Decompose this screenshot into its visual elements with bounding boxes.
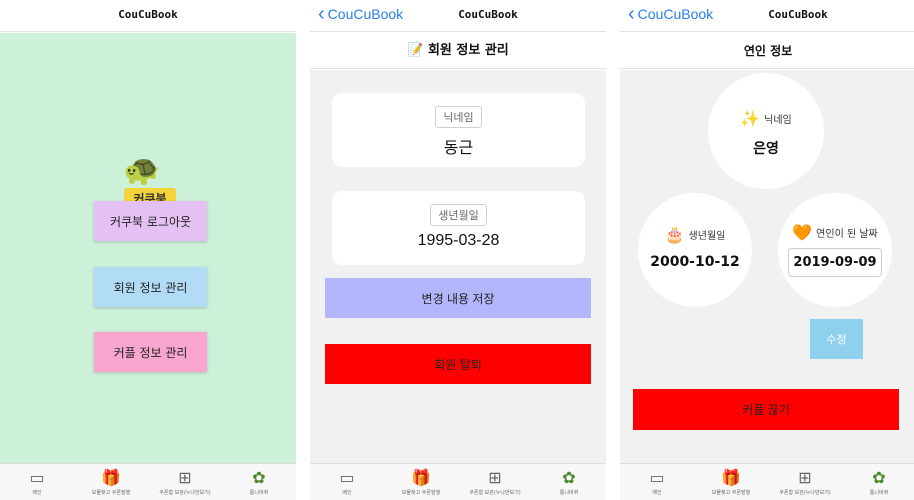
- easel-icon: ▭: [339, 467, 355, 487]
- anniversary-circle: 🧡 연인이 된 날짜 2019-09-09: [778, 193, 892, 307]
- tab-label: 톱니바퀴: [869, 489, 889, 496]
- add-box-icon: ⊞: [488, 467, 502, 487]
- tab-label: 메인: [342, 489, 352, 496]
- break-up-button[interactable]: 커플 끊기: [633, 389, 899, 430]
- orange-heart-icon: 🧡: [792, 223, 813, 242]
- easel-icon: ▭: [649, 467, 665, 487]
- nickname-label: 닉네임: [435, 106, 482, 128]
- tab-settings[interactable]: ✿ 톱니바퀴: [534, 467, 604, 496]
- nav-bar: ‹ CouCuBook CouCuBook: [310, 0, 606, 32]
- nav-bar: CouCuBook: [0, 0, 296, 32]
- tab-coupon-box[interactable]: ⊞ 쿠폰함 보관(누나만보기): [460, 467, 530, 496]
- gift-icon: 🎁: [411, 467, 431, 487]
- anniversary-label: 연인이 된 날짜: [816, 229, 878, 240]
- nav-bar: ‹ CouCuBook CouCuBook: [620, 0, 914, 32]
- memo-icon: 📝: [407, 43, 424, 58]
- birthdate-label: 생년월일: [430, 204, 487, 226]
- birthdate-field[interactable]: 1995-03-28: [332, 232, 585, 250]
- save-changes-button[interactable]: 변경 내용 저장: [325, 278, 591, 318]
- tab-label: 메인: [32, 489, 42, 496]
- tab-coupon[interactable]: 🎁 보물찾고 쿠폰발행: [696, 467, 766, 496]
- nav-title: CouCuBook: [118, 8, 178, 21]
- gift-icon: 🎁: [721, 467, 741, 487]
- page-title: 📝 회원 정보 관리: [310, 33, 606, 69]
- tab-label: 보물찾고 쿠폰발행: [401, 489, 441, 496]
- page-title: 연인 정보: [620, 33, 914, 69]
- birthdate-label: 생년월일: [688, 231, 726, 242]
- tab-bar: ▭ 메인 🎁 보물찾고 쿠폰발행 ⊞ 쿠폰함 보관(누나만보기) ✿ 톱니바퀴: [310, 463, 606, 500]
- flower-icon: ✿: [562, 467, 576, 487]
- partner-birthdate-value: 2000-10-12: [650, 254, 740, 270]
- logout-button[interactable]: 커쿠북 로그아웃: [94, 201, 207, 241]
- main-menu-screen: CouCuBook 🐢 커쿠북 커쿠북 로그아웃 회원 정보 관리 커플 정보 …: [0, 0, 296, 500]
- gift-icon: 🎁: [101, 467, 121, 487]
- tab-main[interactable]: ▭ 메인: [312, 467, 382, 496]
- nickname-label: 닉네임: [764, 115, 792, 126]
- member-info-content: 닉네임 동근 생년월일 1995-03-28 변경 내용 저장 회원 탈퇴: [310, 70, 606, 463]
- add-box-icon: ⊞: [798, 467, 812, 487]
- tab-main[interactable]: ▭ 메인: [622, 467, 692, 496]
- page-title-text: 회원 정보 관리: [427, 43, 509, 58]
- withdraw-button[interactable]: 회원 탈퇴: [325, 344, 591, 384]
- partner-birthdate-circle: 🎂 생년월일 2000-10-12: [638, 193, 752, 307]
- tab-label: 쿠폰함 보관(누나만보기): [469, 489, 521, 496]
- tab-settings[interactable]: ✿ 톱니바퀴: [224, 467, 294, 496]
- tab-label: 보물찾고 쿠폰발행: [91, 489, 131, 496]
- sparkles-icon: ✨: [740, 109, 761, 128]
- birthdate-card: 생년월일 1995-03-28: [332, 191, 585, 265]
- tab-label: 톱니바퀴: [249, 489, 269, 496]
- partner-info-content: ✨ 닉네임 은영 🎂 생년월일 2000-10-12 🧡 연인이 된 날짜 2019-…: [620, 70, 914, 463]
- member-info-screen: ‹ CouCuBook CouCuBook 📝 회원 정보 관리 닉네임 동근 생…: [310, 0, 606, 500]
- tab-coupon-box[interactable]: ⊞ 쿠폰함 보관(누나만보기): [150, 467, 220, 496]
- tab-label: 쿠폰함 보관(누나만보기): [779, 489, 831, 496]
- tab-main[interactable]: ▭ 메인: [2, 467, 72, 496]
- turtle-icon: 🐢: [123, 153, 161, 188]
- partner-nickname-circle: ✨ 닉네임 은영: [708, 73, 824, 189]
- easel-icon: ▭: [29, 467, 45, 487]
- main-menu-content: 🐢 커쿠북 커쿠북 로그아웃 회원 정보 관리 커플 정보 관리: [0, 33, 296, 463]
- add-box-icon: ⊞: [178, 467, 192, 487]
- screens-container: CouCuBook 🐢 커쿠북 커쿠북 로그아웃 회원 정보 관리 커플 정보 …: [0, 0, 914, 500]
- tab-label: 톱니바퀴: [559, 489, 579, 496]
- nav-title: CouCuBook: [768, 8, 828, 21]
- nav-title: CouCuBook: [458, 8, 518, 21]
- nickname-card: 닉네임 동근: [332, 93, 585, 167]
- tab-label: 쿠폰함 보관(누나만보기): [159, 489, 211, 496]
- partner-nickname-value: 은영: [753, 141, 779, 157]
- cake-icon: 🎂: [664, 225, 685, 244]
- anniversary-date-field[interactable]: 2019-09-09: [788, 248, 882, 277]
- member-info-button[interactable]: 회원 정보 관리: [94, 267, 207, 307]
- tab-bar: ▭ 메인 🎁 보물찾고 쿠폰발행 ⊞ 쿠폰함 보관(누나만보기) ✿ 톱니바퀴: [620, 463, 914, 500]
- tab-coupon[interactable]: 🎁 보물찾고 쿠폰발행: [386, 467, 456, 496]
- flower-icon: ✿: [872, 467, 886, 487]
- tab-label: 메인: [652, 489, 662, 496]
- tab-coupon-box[interactable]: ⊞ 쿠폰함 보관(누나만보기): [770, 467, 840, 496]
- tab-coupon[interactable]: 🎁 보물찾고 쿠폰발행: [76, 467, 146, 496]
- flower-icon: ✿: [252, 467, 266, 487]
- nickname-field[interactable]: 동근: [332, 134, 585, 158]
- tab-bar: ▭ 메인 🎁 보물찾고 쿠폰발행 ⊞ 쿠폰함 보관(누나만보기) ✿ 톱니바퀴: [0, 463, 296, 500]
- tab-settings[interactable]: ✿ 톱니바퀴: [844, 467, 914, 496]
- edit-button[interactable]: 수정: [810, 319, 863, 359]
- partner-info-screen: ‹ CouCuBook CouCuBook 연인 정보 ✨ 닉네임 은영 🎂 생년월일…: [620, 0, 914, 500]
- couple-info-button[interactable]: 커플 정보 관리: [94, 332, 207, 372]
- tab-label: 보물찾고 쿠폰발행: [711, 489, 751, 496]
